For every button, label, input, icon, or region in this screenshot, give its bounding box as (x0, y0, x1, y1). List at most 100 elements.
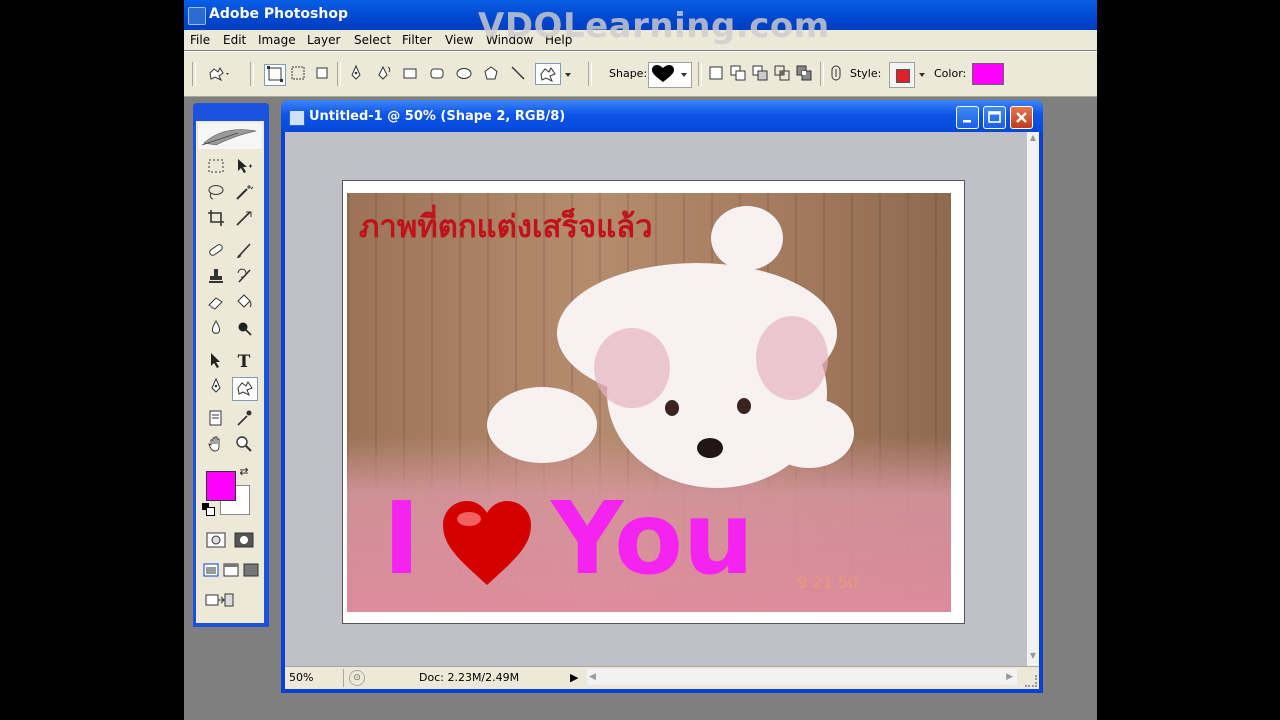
eyedropper-icon[interactable] (232, 409, 256, 431)
dodge-tool-icon[interactable] (232, 319, 256, 341)
menu-select[interactable]: Select (354, 33, 391, 47)
document-title: Untitled-1 @ 50% (Shape 2, RGB/8) (309, 109, 566, 124)
subtract-shape-area-icon[interactable] (750, 64, 770, 84)
screen-mode-full-menu-icon[interactable] (222, 561, 240, 583)
maximize-button[interactable] (983, 106, 1006, 129)
toolbox: T ⇄ (193, 103, 269, 627)
intersect-shape-area-icon[interactable] (772, 64, 792, 84)
menu-image[interactable]: Image (258, 33, 296, 47)
shape-picker[interactable] (648, 62, 692, 88)
shape-label: Shape: (609, 67, 648, 80)
shape-layers-icon[interactable] (264, 64, 286, 86)
heart-shape[interactable] (439, 499, 535, 589)
document-titlebar[interactable]: Untitled-1 @ 50% (Shape 2, RGB/8) (281, 100, 1043, 132)
style-swatch (896, 69, 910, 83)
photoshop-icon (188, 7, 206, 25)
brush-tool-icon[interactable] (232, 241, 256, 263)
heart-shape-icon (652, 65, 674, 82)
healing-brush-icon[interactable] (204, 241, 228, 263)
color-swatch[interactable] (972, 63, 1004, 85)
photo-image[interactable]: ภาพที่ตกแต่งเสร็จแล้ว I You 9 21 50 (347, 193, 951, 612)
close-button[interactable] (1010, 106, 1033, 129)
swap-colors-icon[interactable]: ⇄ (236, 465, 252, 479)
screen-mode-full-icon[interactable] (242, 561, 260, 583)
menu-view[interactable]: View (445, 33, 473, 47)
ellipse-tool-icon[interactable] (454, 64, 474, 84)
foreground-color-swatch[interactable] (206, 471, 236, 501)
toolbar-divider (337, 62, 341, 86)
rectangle-tool-icon[interactable] (400, 64, 420, 84)
style-dropdown[interactable] (917, 64, 927, 84)
eraser-tool-icon[interactable] (204, 293, 228, 315)
blur-tool-icon[interactable] (204, 319, 228, 341)
custom-shape-preset-picker[interactable] (206, 64, 232, 84)
toolbox-panel: T ⇄ (196, 121, 264, 623)
style-picker[interactable] (889, 62, 915, 88)
scroll-down-arrow-icon[interactable]: ▼ (1027, 650, 1039, 662)
status-menu-icon[interactable]: ⊙ (349, 670, 365, 686)
color-label: Color: (934, 67, 967, 80)
link-layer-style-icon[interactable] (826, 64, 846, 84)
rounded-rectangle-icon[interactable] (427, 64, 447, 84)
menu-filter[interactable]: Filter (402, 33, 432, 47)
doc-info: Doc: 2.23M/2.49M (419, 671, 520, 684)
crop-tool-icon[interactable] (204, 209, 228, 231)
toolbar-divider (698, 62, 702, 86)
heart-highlight (457, 512, 481, 526)
path-selection-icon[interactable] (204, 351, 228, 373)
menu-file[interactable]: File (190, 33, 210, 47)
screen-mode-standard-icon[interactable] (202, 561, 220, 583)
options-bar: Shape: Style: Color: (184, 51, 1097, 97)
type-tool-icon[interactable]: T (232, 351, 256, 373)
pen-tool-icon[interactable] (204, 377, 228, 399)
zoom-field[interactable]: 50% (289, 671, 339, 685)
app-title: Adobe Photoshop (209, 6, 348, 22)
notes-tool-icon[interactable] (204, 409, 228, 431)
slice-tool-icon[interactable] (232, 209, 256, 231)
heart-path (443, 501, 531, 585)
add-shape-area-icon[interactable] (728, 64, 748, 84)
history-brush-icon[interactable] (232, 267, 256, 289)
clone-stamp-icon[interactable] (204, 267, 228, 289)
polygon-tool-icon[interactable] (481, 64, 501, 84)
paint-bucket-icon[interactable] (232, 293, 256, 315)
paths-icon[interactable] (288, 64, 308, 84)
quick-mask-mode-icon[interactable] (232, 531, 256, 553)
vertical-scrollbar[interactable]: ▲ ▼ (1027, 132, 1039, 666)
scroll-right-arrow-icon[interactable]: ▶ (1006, 669, 1013, 685)
document-canvas-area: ภาพที่ตกแต่งเสร็จแล้ว I You 9 21 50 (285, 132, 1027, 666)
move-tool-icon[interactable] (232, 157, 256, 179)
document-window: Untitled-1 @ 50% (Shape 2, RGB/8) ภาพที่… (281, 100, 1043, 693)
screen: Adobe Photoshop VDOLearning.com File Edi… (184, 0, 1097, 720)
pen-tool-icon[interactable] (346, 64, 366, 84)
default-colors-icon[interactable] (202, 503, 215, 516)
love-text-i: I (383, 480, 421, 597)
jump-to-imageready-icon[interactable] (204, 591, 234, 613)
magic-wand-icon[interactable] (232, 183, 256, 205)
toolbar-divider (820, 62, 824, 86)
geometry-options-dropdown[interactable] (562, 64, 574, 84)
exclude-shape-area-icon[interactable] (794, 64, 814, 84)
minimize-button[interactable] (956, 106, 979, 129)
lasso-tool-icon[interactable] (204, 183, 228, 205)
scroll-up-arrow-icon[interactable]: ▲ (1027, 132, 1039, 144)
status-info-arrow-icon[interactable]: ▶ (570, 669, 582, 687)
new-shape-area-icon[interactable] (706, 64, 726, 84)
custom-shape-tool-icon[interactable] (535, 63, 561, 85)
hand-tool-icon[interactable] (204, 435, 228, 457)
resize-grip[interactable] (1025, 675, 1037, 687)
custom-shape-tool-icon[interactable] (232, 377, 258, 401)
line-tool-icon[interactable] (508, 64, 528, 84)
zoom-tool-icon[interactable] (232, 435, 256, 457)
menu-edit[interactable]: Edit (223, 33, 246, 47)
fill-pixels-icon[interactable] (312, 64, 332, 84)
canvas-frame: ภาพที่ตกแต่งเสร็จแล้ว I You 9 21 50 (342, 180, 965, 624)
horizontal-scrollbar[interactable]: ◀ ▶ (587, 669, 1017, 685)
style-label: Style: (850, 67, 882, 80)
standard-mode-icon[interactable] (204, 531, 228, 553)
scroll-left-arrow-icon[interactable]: ◀ (589, 669, 596, 685)
menu-layer[interactable]: Layer (307, 33, 340, 47)
marquee-tool-icon[interactable] (204, 157, 228, 179)
feather-logo-icon[interactable] (198, 123, 262, 149)
freeform-pen-icon[interactable] (374, 64, 394, 84)
